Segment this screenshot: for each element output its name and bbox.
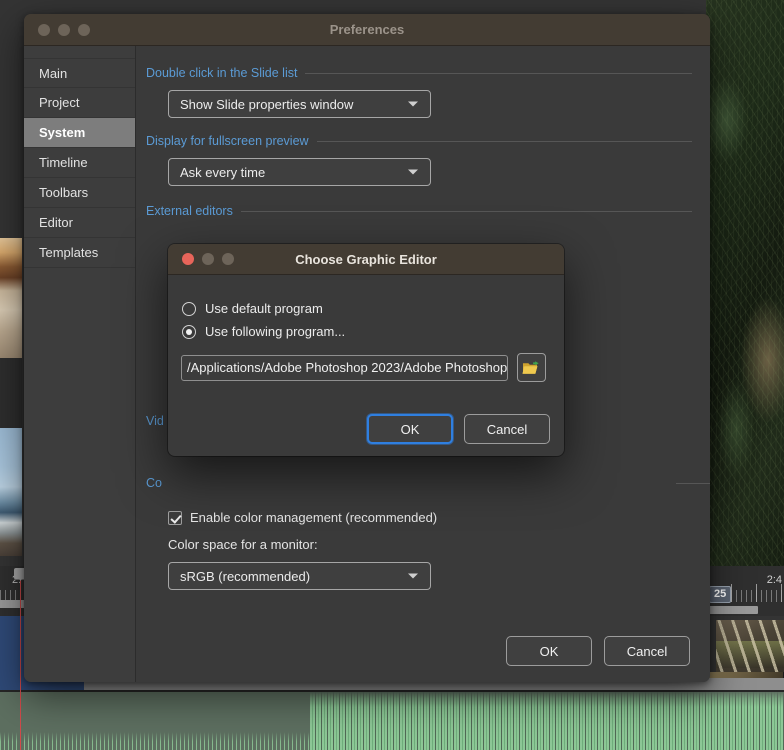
slide-thumbnail[interactable]: [0, 238, 22, 358]
monitor-color-space-dropdown[interactable]: sRGB (recommended): [168, 562, 431, 590]
dropdown-value: Show Slide properties window: [180, 96, 354, 112]
group-rule: [316, 140, 692, 142]
chevron-down-icon: [408, 573, 418, 579]
dropdown-value: sRGB (recommended): [180, 568, 311, 584]
close-icon[interactable]: [38, 23, 50, 36]
sidebar-item-main[interactable]: Main: [24, 58, 135, 88]
group-external-editors: External editors: [146, 204, 692, 218]
preferences-sidebar[interactable]: Main Project System Timeline Toolbars Ed…: [24, 46, 136, 682]
group-label-color-management: Co: [146, 476, 162, 490]
dialog-ok-button[interactable]: OK: [367, 414, 453, 444]
sidebar-item-toolbars[interactable]: Toolbars: [24, 178, 135, 208]
audio-waveform-track[interactable]: [0, 690, 784, 750]
chevron-down-icon: [408, 101, 418, 107]
group-header: Display for fullscreen preview: [146, 134, 692, 148]
program-path-value: /Applications/Adobe Photoshop 2023/Adobe…: [187, 360, 508, 375]
window-title: Preferences: [329, 22, 405, 37]
ruler-time-label: 2:4: [766, 574, 782, 586]
group-rule: [676, 483, 710, 484]
radio-label: Use default program: [205, 301, 323, 316]
waveform-loud-region: [310, 690, 784, 750]
timeline-scrollbar[interactable]: [706, 606, 758, 614]
choose-graphic-editor-dialog: Choose Graphic Editor Use default progra…: [168, 244, 564, 456]
preview-photo-foliage: [706, 0, 784, 566]
program-path-row: /Applications/Adobe Photoshop 2023/Adobe…: [181, 353, 564, 382]
group-double-click: Double click in the Slide list Show Slid…: [146, 66, 692, 118]
group-header: Double click in the Slide list: [146, 66, 692, 80]
chevron-down-icon: [408, 169, 418, 175]
group-label: Double click in the Slide list: [146, 66, 298, 80]
double-click-action-dropdown[interactable]: Show Slide properties window: [168, 90, 431, 118]
dialog-title: Choose Graphic Editor: [295, 251, 437, 267]
group-rule: [305, 72, 692, 74]
fullscreen-display-dropdown[interactable]: Ask every time: [168, 158, 431, 186]
timeline-marker-badge[interactable]: 25: [709, 586, 732, 603]
color-management-section: Enable color management (recommended) Co…: [146, 498, 692, 590]
window-controls[interactable]: [24, 23, 90, 36]
group-header: External editors: [146, 204, 692, 218]
dialog-titlebar[interactable]: Choose Graphic Editor: [168, 244, 564, 275]
enable-color-management-checkbox[interactable]: Enable color management (recommended): [168, 510, 692, 525]
minimize-icon[interactable]: [58, 23, 70, 36]
timeline-playhead[interactable]: [14, 568, 27, 750]
dialog-cancel-button[interactable]: Cancel: [464, 414, 550, 444]
radio-icon[interactable]: [182, 301, 196, 316]
radio-label: Use following program...: [205, 324, 346, 339]
timeline-ruler-right[interactable]: 2:4 25: [706, 566, 784, 616]
group-rule: [240, 210, 692, 212]
browse-button[interactable]: [517, 353, 546, 382]
sidebar-item-timeline[interactable]: Timeline: [24, 148, 135, 178]
monitor-color-space-label: Color space for a monitor:: [168, 537, 318, 552]
sidebar-item-editor[interactable]: Editor: [24, 208, 135, 238]
sidebar-item-project[interactable]: Project: [24, 88, 135, 118]
checkbox-icon[interactable]: [168, 510, 182, 525]
dropdown-value: Ask every time: [180, 164, 266, 180]
waveform-quiet-region: [0, 690, 310, 750]
sidebar-item-system[interactable]: System: [24, 118, 135, 148]
cancel-button[interactable]: Cancel: [604, 636, 690, 666]
group-fullscreen-display: Display for fullscreen preview Ask every…: [146, 134, 692, 186]
radio-use-following-program[interactable]: Use following program...: [182, 324, 564, 339]
group-label: External editors: [146, 204, 233, 218]
radio-use-default-program[interactable]: Use default program: [182, 301, 564, 316]
folder-open-icon: [522, 360, 539, 374]
slide-thumbnail-gap: [0, 358, 22, 428]
sidebar-item-templates[interactable]: Templates: [24, 238, 135, 268]
program-path-input[interactable]: /Applications/Adobe Photoshop 2023/Adobe…: [181, 354, 508, 381]
preferences-titlebar[interactable]: Preferences: [24, 14, 710, 46]
preferences-footer: OK Cancel: [136, 620, 710, 682]
ok-button[interactable]: OK: [506, 636, 592, 666]
zoom-icon[interactable]: [78, 23, 90, 36]
checkbox-label: Enable color management (recommended): [190, 510, 438, 525]
radio-icon-selected[interactable]: [182, 324, 196, 339]
group-label: Display for fullscreen preview: [146, 134, 309, 148]
dialog-body: Use default program Use following progra…: [168, 275, 564, 456]
slide-thumbnail[interactable]: [0, 428, 22, 556]
dialog-footer: OK Cancel: [367, 414, 550, 444]
group-label-video-editors: Vid: [146, 414, 164, 428]
